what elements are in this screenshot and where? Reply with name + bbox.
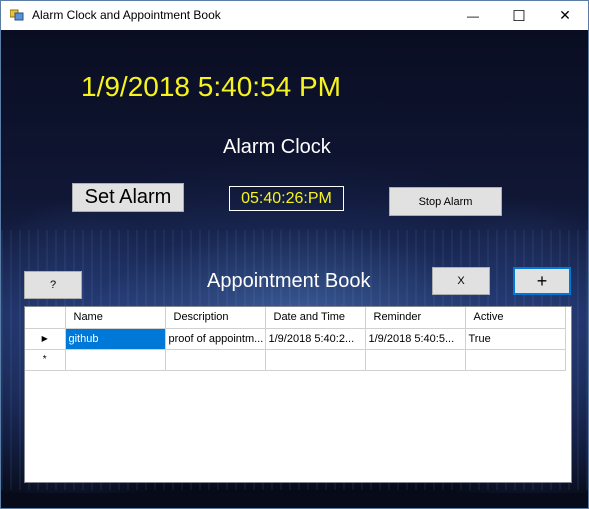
appointment-book-heading: Appointment Book	[207, 270, 371, 292]
maximize-icon: ☐	[512, 7, 526, 25]
current-datetime: 1/9/2018 5:40:54 PM	[81, 71, 341, 102]
close-window-button[interactable]: ✕	[542, 1, 588, 30]
grid-corner-cell	[25, 307, 66, 329]
cell-reminder[interactable]: 1/9/2018 5:40:5...	[365, 328, 466, 350]
minimize-icon: —	[467, 8, 479, 23]
minimize-button[interactable]: —	[450, 1, 496, 30]
maximize-button[interactable]: ☐	[496, 1, 542, 30]
alarm-time-display: 05:40:26:PM	[229, 186, 344, 211]
window-title: Alarm Clock and Appointment Book	[32, 8, 221, 22]
new-cell-name[interactable]	[65, 349, 166, 371]
help-button[interactable]: ?	[24, 271, 82, 299]
current-row-indicator-icon[interactable]: ▶	[25, 328, 66, 350]
add-appointment-button[interactable]: +	[513, 267, 571, 295]
stop-alarm-button[interactable]: Stop Alarm	[389, 187, 502, 216]
app-window: Alarm Clock and Appointment Book — ☐ ✕ 1…	[0, 0, 589, 509]
appointments-grid[interactable]: Name Description Date and Time Reminder …	[24, 306, 572, 483]
new-row-marker-icon[interactable]: *	[25, 349, 66, 371]
column-header-reminder[interactable]: Reminder	[365, 307, 466, 329]
new-cell-reminder[interactable]	[365, 349, 466, 371]
close-icon: ✕	[559, 7, 571, 23]
table-row[interactable]: ▶ github proof of appointm... 1/9/2018 5…	[25, 328, 566, 350]
grid-header-row: Name Description Date and Time Reminder …	[25, 307, 566, 329]
column-header-date-time[interactable]: Date and Time	[265, 307, 366, 329]
new-cell-date-time[interactable]	[265, 349, 366, 371]
new-row[interactable]: *	[25, 349, 566, 371]
cell-name[interactable]: github	[65, 328, 166, 350]
column-header-description[interactable]: Description	[165, 307, 266, 329]
alarm-clock-heading: Alarm Clock	[223, 136, 331, 158]
new-cell-active[interactable]	[465, 349, 566, 371]
column-header-name[interactable]: Name	[65, 307, 166, 329]
column-header-active[interactable]: Active	[465, 307, 566, 329]
cell-date-time[interactable]: 1/9/2018 5:40:2...	[265, 328, 366, 350]
title-bar[interactable]: Alarm Clock and Appointment Book — ☐ ✕	[1, 1, 588, 30]
cell-description[interactable]: proof of appointm...	[165, 328, 266, 350]
delete-appointment-button[interactable]: X	[432, 267, 490, 295]
main-panel: 1/9/2018 5:40:54 PM Alarm Clock Set Alar…	[1, 30, 588, 508]
cell-active[interactable]: True	[465, 328, 566, 350]
set-alarm-button[interactable]: Set Alarm	[72, 183, 184, 212]
new-cell-description[interactable]	[165, 349, 266, 371]
app-icon	[10, 9, 24, 21]
bottom-strip	[1, 493, 588, 508]
